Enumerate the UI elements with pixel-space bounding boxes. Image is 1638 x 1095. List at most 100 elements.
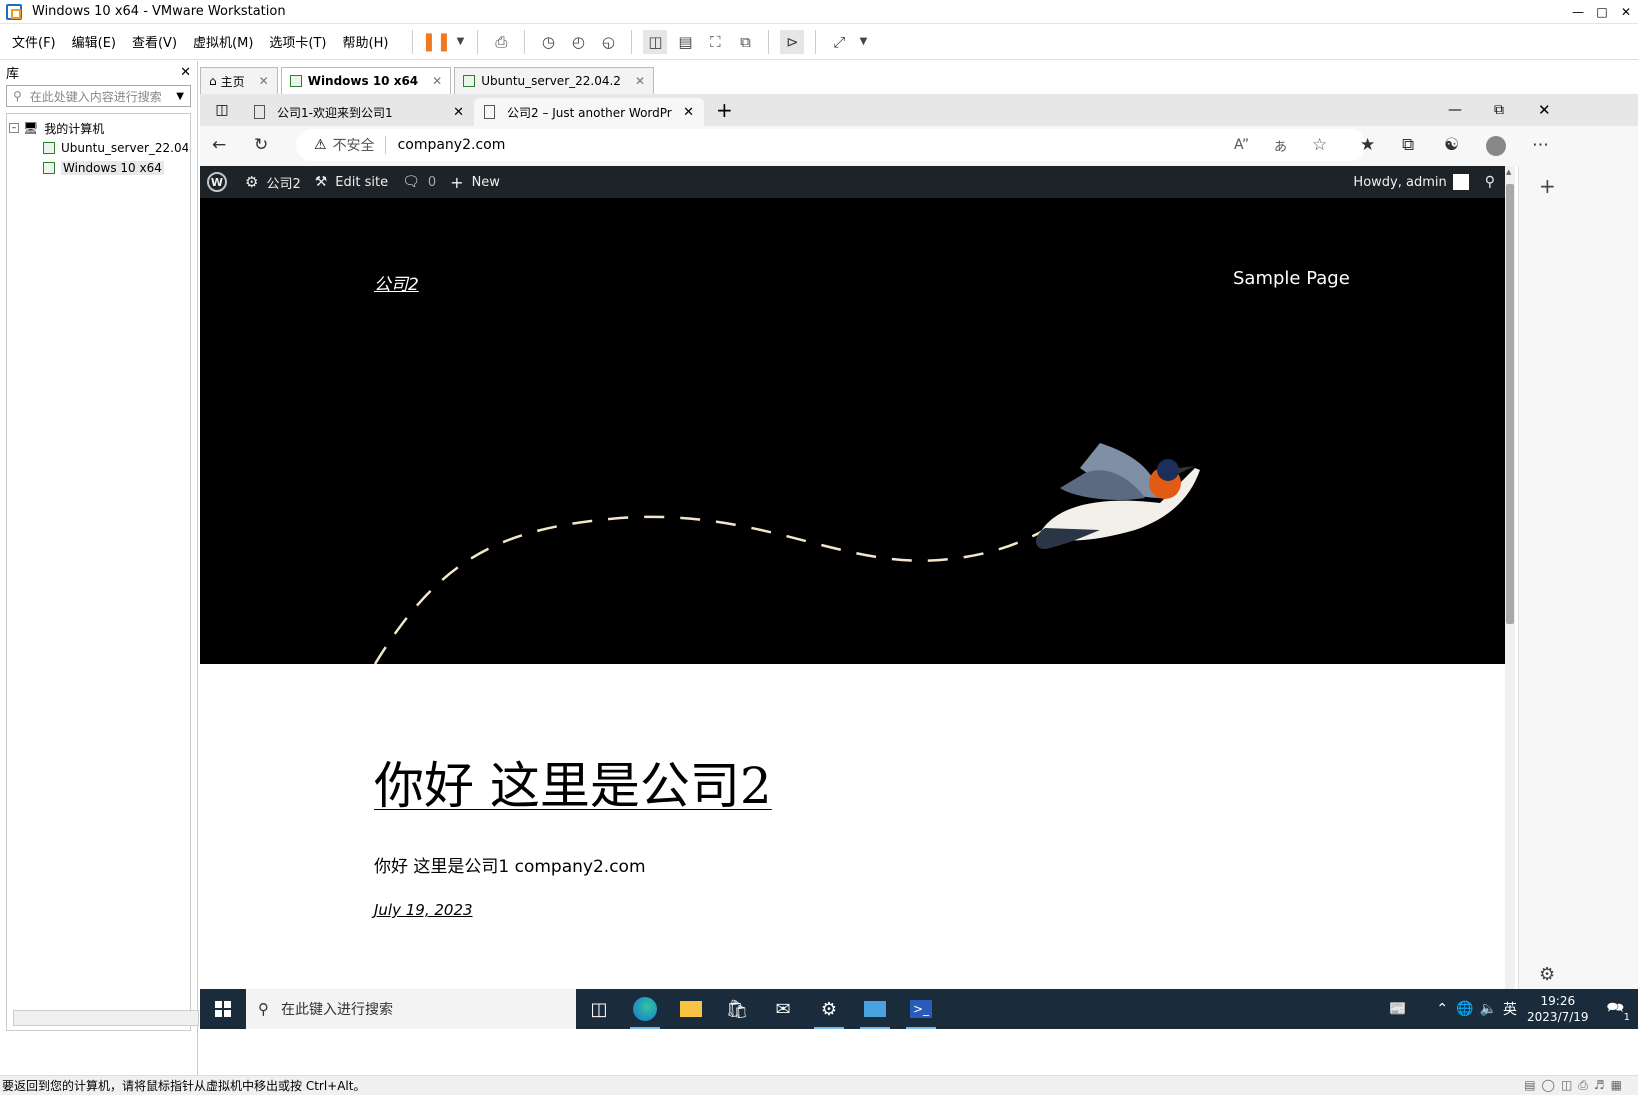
start-button[interactable] [200,989,246,1029]
tree-node-vm[interactable]: Windows 10 x64 [9,158,188,178]
browser-tab[interactable]: 公司1-欢迎来到公司1 ✕ [244,98,474,126]
windows-logo-icon [215,1001,231,1017]
more-menu-icon[interactable]: ⋯ [1532,135,1549,155]
store-icon[interactable]: 🛍 [714,989,760,1029]
wp-new[interactable]: + New [450,173,500,192]
post-date-link[interactable]: July 19, 2023 [374,901,473,919]
new-tab-icon[interactable]: + [716,98,733,122]
close-button[interactable]: ✕ [1614,0,1638,24]
refresh-icon[interactable]: ↻ [254,135,268,155]
page-vertical-scrollbar[interactable]: ▲ ▼ [1505,166,1515,1007]
back-icon[interactable]: ← [212,135,226,155]
read-aloud-icon[interactable]: A⁠” [1234,137,1249,153]
notification-center-icon[interactable]: 🗪 1 [1607,997,1630,1023]
menu-tabs[interactable]: 选项卡(T) [269,32,326,51]
favorite-star-icon[interactable]: ☆ [1312,135,1327,155]
volume-icon[interactable]: 🔈 [1480,1001,1497,1017]
powershell-icon[interactable]: >_ [898,989,944,1029]
close-tab-icon[interactable]: ✕ [432,74,442,88]
settings-icon[interactable]: ⚙ [806,989,852,1029]
address-divider [384,136,386,154]
thumbnail-bar-icon[interactable]: ▤ [673,30,697,54]
guest-display[interactable]: ◫ 公司1-欢迎来到公司1 ✕ 公司2 – Just another WordP… [200,94,1638,1083]
close-tab-icon[interactable]: ✕ [259,74,269,88]
collections-icon[interactable]: ⧉ [1402,135,1414,155]
menu-view[interactable]: 查看(V) [132,32,177,51]
maximize-button[interactable]: □ [1590,0,1614,24]
tab-windows10[interactable]: Windows 10 x64 ✕ [280,67,452,94]
mail-icon[interactable]: ✉ [760,989,806,1029]
toolbar-separator [631,29,633,54]
server-manager-icon[interactable] [852,989,898,1029]
revert-snapshot-icon[interactable]: ◴ [566,30,590,54]
menu-help[interactable]: 帮助(H) [343,32,389,51]
news-widget-icon[interactable]: 📰 [1389,1001,1406,1017]
show-hidden-icons-icon[interactable]: ⌃ [1436,1001,1448,1017]
browser-tab-active[interactable]: 公司2 – Just another WordPress s ✕ [474,98,704,126]
snapshot-icon[interactable]: ◷ [536,30,560,54]
close-tab-icon[interactable]: ✕ [683,105,694,120]
menu-vm[interactable]: 虚拟机(M) [193,32,253,51]
dropdown-arrow-icon[interactable]: ▼ [454,30,466,54]
sidebar-settings-icon[interactable]: ⚙ [1539,964,1555,985]
chevron-down-icon[interactable]: ▼ [176,91,184,102]
close-tab-icon[interactable]: ✕ [635,74,645,88]
bird-illustration [373,443,1200,664]
file-explorer-icon[interactable] [668,989,714,1029]
profile-avatar[interactable] [1486,136,1506,156]
show-library-icon[interactable]: ◫ [643,29,668,54]
post-title[interactable]: 你好 这里是公司2 [374,746,772,818]
task-view-icon[interactable]: ◫ [576,989,622,1029]
clock[interactable]: 19:26 2023/7/19 [1527,993,1589,1025]
window-title: Windows 10 x64 - VMware Workstation [32,4,286,19]
tab-ubuntu[interactable]: Ubuntu_server_22.04.2 ✕ [454,67,654,94]
wp-site-menu[interactable]: ⚙ 公司2 [245,173,301,192]
snapshot-manager-icon[interactable]: ◵ [596,30,620,54]
dropdown-arrow-icon[interactable]: ▼ [857,30,869,54]
flight-path-line [373,515,1046,664]
library-search-input[interactable]: ⚲ 在此处键入内容进行搜索 ▼ [6,85,191,107]
bird-shape [1035,443,1200,549]
restore-icon[interactable]: ⧉ [1494,102,1504,118]
vm-tab-strip: ⌂ 主页 ✕ Windows 10 x64 ✕ Ubuntu_server_22.0… [200,64,1638,94]
favorites-icon[interactable]: ★ [1360,135,1375,155]
scroll-up-icon[interactable]: ▲ [1506,168,1511,176]
wp-comments[interactable]: 🗨 0 [402,174,436,190]
address-bar[interactable]: ⚠ 不安全 company2.com A⁠” あ ☆ [296,129,1366,161]
extension-icon[interactable]: ☯ [1444,135,1459,155]
wordpress-logo-icon[interactable]: W [207,172,227,192]
scrollbar-thumb[interactable] [1506,184,1514,624]
close-icon[interactable]: ✕ [1538,101,1551,119]
tree-node-vm[interactable]: Ubuntu_server_22.04.2 [9,138,188,158]
minimize-button[interactable]: — [1566,0,1590,24]
taskbar-search-input[interactable]: ⚲ 在此键入进行搜索 [246,989,576,1029]
add-sidebar-app-icon[interactable]: + [1539,174,1556,198]
close-library-icon[interactable]: ✕ [180,65,191,80]
vm-icon [463,75,476,87]
wp-search-icon[interactable]: ⚲ [1485,174,1495,190]
tab-home[interactable]: ⌂ 主页 ✕ [200,67,278,94]
minimize-icon[interactable]: — [1448,102,1462,118]
network-icon[interactable]: 🌐 [1456,1001,1473,1017]
translate-icon[interactable]: あ [1274,136,1287,155]
wp-edit-site[interactable]: ⚒ Edit site [315,174,388,190]
wp-account[interactable]: Howdy, admin [1353,174,1469,190]
send-ctrl-alt-del-icon[interactable]: ⎙ [489,30,513,54]
warning-icon[interactable]: ⚠ [314,137,327,153]
edge-app-icon[interactable] [622,989,668,1029]
wp-admin-bar: W ⚙ 公司2 ⚒ Edit site 🗨 0 + New Howdy, adm… [200,166,1505,198]
pause-icon[interactable]: ❚❚ [421,30,451,54]
menu-edit[interactable]: 编辑(E) [72,32,116,51]
tab-actions-icon[interactable]: ◫ [200,102,244,118]
unity-icon[interactable]: ⧉ [733,30,757,54]
ime-indicator[interactable]: 英 [1503,999,1517,1019]
close-tab-icon[interactable]: ✕ [453,105,464,120]
stretch-guest-icon[interactable]: ⤢ [827,30,851,54]
console-view-icon[interactable]: ⊳ [780,29,805,54]
full-screen-icon[interactable]: ⛶ [703,30,727,54]
library-horizontal-scrollbar[interactable] [13,1010,199,1026]
tree-node-my-computer[interactable]: – 🖥 我的计算机 [9,118,188,138]
collapse-icon[interactable]: – [9,123,19,133]
url-text[interactable]: company2.com [398,137,506,153]
menu-file[interactable]: 文件(F) [12,32,56,51]
